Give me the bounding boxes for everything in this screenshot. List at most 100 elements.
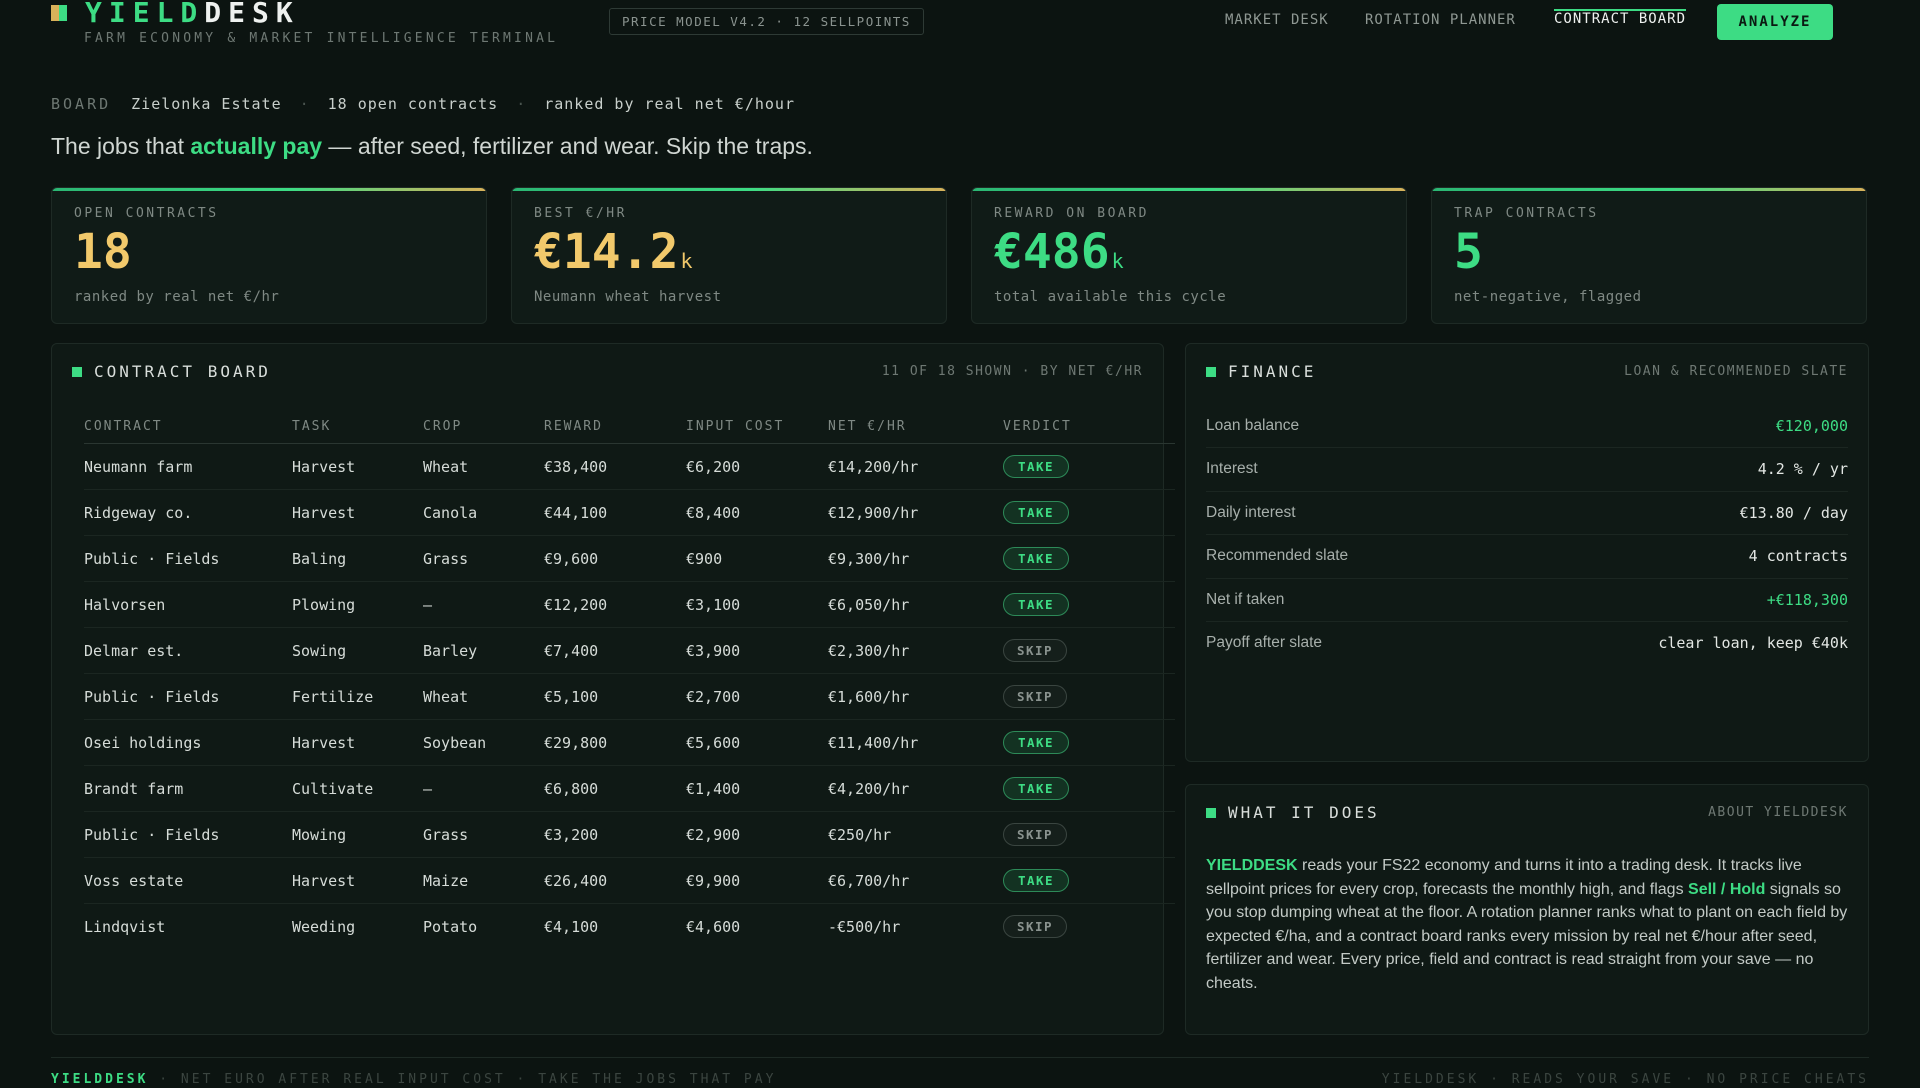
table-body: Neumann farm Harvest Wheat €38,400 €6,200 €14… [84,443,1175,950]
breadcrumb-rank: ranked by real net €/hour [544,95,795,113]
panel-meta: 11 OF 18 SHOWN · BY NET €/HR [881,364,1143,379]
verdict-badge[interactable]: TAKE [1003,869,1069,892]
kpi-value: €14.2 k [534,224,693,280]
table-row[interactable]: Halvorsen Plowing — €12,200 €3,100 €6,050/hr T… [84,581,1175,628]
cell-reward: €6,800 [544,765,686,812]
table-row[interactable]: Osei holdings Harvest Soybean €29,800 €5,600… [84,719,1175,766]
cell-input-cost: €8,400 [686,489,828,536]
finance-row: Net if taken +€118,300 [1206,578,1848,622]
kpi-value: 5 [1454,224,1483,280]
analyze-button[interactable]: ANALYZE [1717,4,1833,40]
column-header[interactable]: REWARD [544,409,686,444]
finance-label: Net if taken [1206,590,1285,608]
cell-net-rate: €2,300/hr [828,627,1003,674]
table-header-row: CONTRACT TASK CROP REWARD INPUT COST NET €/HR… [84,409,1175,444]
table-row[interactable]: Public · Fields Fertilize Wheat €5,100 €2,70… [84,673,1175,720]
about-brand: YIELDDESK [1206,857,1298,874]
panel-title: CONTRACT BOARD [94,362,271,381]
brand-name-part1: YIELD [85,0,205,29]
finance-row: Interest 4.2 % / yr [1206,448,1848,492]
verdict-badge[interactable]: SKIP [1003,915,1067,938]
cell-contract-name: Voss estate [84,857,292,904]
verdict-badge[interactable]: TAKE [1003,501,1069,524]
table-row[interactable]: Delmar est. Sowing Barley €7,400 €3,900 €2,30… [84,627,1175,674]
verdict-badge[interactable]: TAKE [1003,547,1069,570]
verdict-badge[interactable]: TAKE [1003,593,1069,616]
finance-value: €13.80 / day [1739,503,1848,522]
cell-crop: Barley [423,627,544,674]
table-row[interactable]: Neumann farm Harvest Wheat €38,400 €6,200 €14… [84,443,1175,490]
cell-task: Cultivate [292,765,423,812]
breadcrumb-farm[interactable]: Zielonka Estate [131,95,281,113]
nav-market-desk[interactable]: MARKET DESK [1225,0,1329,40]
cell-net-rate: €1,600/hr [828,673,1003,720]
nav-contract-board[interactable]: CONTRACT BOARD [1554,9,1687,31]
cell-verdict: TAKE [1003,443,1175,490]
verdict-badge[interactable]: SKIP [1003,639,1067,662]
kpi-subtext: ranked by real net €/hr [74,289,280,305]
headline-pre: The jobs that [51,133,191,159]
cell-net-rate: €11,400/hr [828,719,1003,766]
column-header[interactable]: CONTRACT [84,409,292,444]
cell-net-rate: €14,200/hr [828,443,1003,490]
cell-reward: €7,400 [544,627,686,674]
column-header[interactable]: VERDICT [1003,409,1175,444]
column-header[interactable]: NET €/HR [828,409,1003,444]
panel-title: FINANCE [1228,362,1317,381]
verdict-badge[interactable]: SKIP [1003,685,1067,708]
breadcrumb: BOARD Zielonka Estate · 18 open contract… [51,95,795,113]
cell-contract-name: Brandt farm [84,765,292,812]
finance-value: clear loan, keep €40k [1658,634,1848,652]
cell-crop: — [423,765,544,812]
cell-input-cost: €3,100 [686,581,828,628]
cell-verdict: TAKE [1003,581,1175,628]
cell-net-rate: -€500/hr [828,917,901,936]
verdict-badge[interactable]: TAKE [1003,777,1069,800]
finance-label: Daily interest [1206,503,1296,521]
cell-reward: €26,400 [544,857,686,904]
kpi-accent-bar [52,188,486,191]
column-header[interactable]: CROP [423,409,544,444]
cell-reward: €9,600 [544,535,686,582]
cell-crop: Potato [423,917,478,936]
column-header[interactable]: INPUT COST [686,409,828,444]
kpi-accent-bar [972,188,1406,191]
section-marker-icon [1206,807,1216,818]
page-headline: The jobs that actually pay — after seed,… [51,133,813,160]
finance-label: Recommended slate [1206,547,1349,564]
table-row[interactable]: Ridgeway co. Harvest Canola €44,100 €8,400 €1… [84,489,1175,536]
brand-name-part2: DESK [204,0,300,29]
breadcrumb-separator: · [299,95,310,113]
logo[interactable]: YIELDDESK [51,0,300,28]
finance-value: +€118,300 [1766,590,1848,609]
table-row[interactable]: Lindqvist Weeding Potato €4,100 €4,600 -€500/… [84,904,1175,950]
cell-input-cost: €4,600 [686,917,741,936]
cell-verdict: TAKE [1003,489,1175,536]
cell-crop: Wheat [423,673,544,720]
kpi-label: OPEN CONTRACTS [74,206,219,221]
cell-task: Harvest [292,719,423,766]
about-link[interactable]: ABOUT YIELDDESK [1708,805,1848,820]
cell-reward: €3,200 [544,811,686,858]
cell-reward: €44,100 [544,489,686,536]
cell-task: Sowing [292,627,423,674]
finance-value: 4.2 % / yr [1757,460,1848,478]
cell-verdict: SKIP [1003,904,1175,950]
cell-contract-name: Osei holdings [84,719,292,766]
cell-input-cost: €6,200 [686,443,828,490]
nav-rotation-planner[interactable]: ROTATION PLANNER [1365,0,1516,40]
verdict-badge[interactable]: TAKE [1003,455,1069,478]
verdict-badge[interactable]: SKIP [1003,823,1067,846]
section-marker-icon [72,366,82,377]
table-row[interactable]: Brandt farm Cultivate — €6,800 €1,400 €4,200/… [84,765,1175,812]
about-signal: Sell / Hold [1688,880,1766,898]
cell-contract-name: Ridgeway co. [84,489,292,536]
table-row[interactable]: Voss estate Harvest Maize €26,400 €9,900 €6,7… [84,857,1175,904]
column-header[interactable]: TASK [292,409,423,444]
cell-verdict: TAKE [1003,857,1175,904]
table-row[interactable]: Public · Fields Mowing Grass €3,200 €2,900 €2… [84,811,1175,858]
cell-task: Mowing [292,811,423,858]
verdict-badge[interactable]: TAKE [1003,731,1069,754]
table-row[interactable]: Public · Fields Baling Grass €9,600 €900 €9,3… [84,535,1175,582]
cell-reward: €5,100 [544,673,686,720]
